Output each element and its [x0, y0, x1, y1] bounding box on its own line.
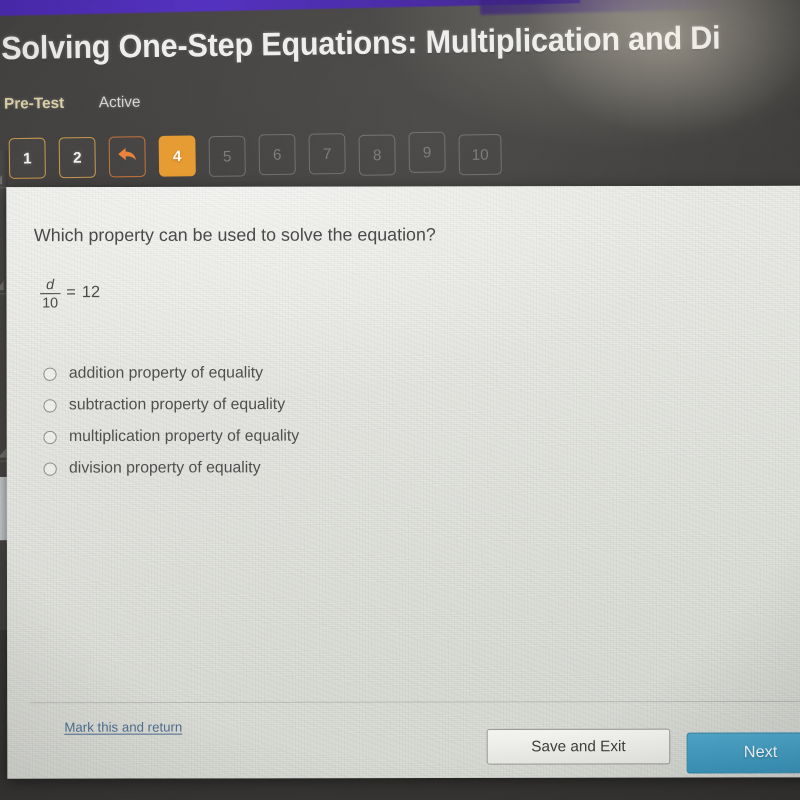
screen-content: Solving One-Step Equations: Multiplicati…	[0, 0, 800, 800]
next-button[interactable]: Next	[686, 732, 800, 774]
answer-options[interactable]: addition property of equality subtractio…	[43, 364, 299, 478]
edge-triangle-icon	[0, 448, 7, 458]
question-card: Which property can be used to solve the …	[6, 185, 800, 779]
answer-option-division[interactable]: division property of equality	[43, 459, 299, 478]
answer-option-label: subtraction property of equality	[68, 395, 286, 414]
question-nav-label: 5	[222, 147, 232, 166]
fraction-denominator: 10	[42, 294, 59, 311]
question-nav-label: 4	[172, 147, 182, 165]
equation-right-side: 12	[81, 284, 101, 302]
question-navigator[interactable]: 1 2 4 5 6 7 8 9 10	[8, 131, 502, 182]
radio-button-icon[interactable]	[43, 367, 57, 381]
edge-triangle-icon	[0, 281, 4, 291]
question-prompt: Which property can be used to solve the …	[33, 224, 436, 246]
question-card-surface	[6, 185, 800, 779]
question-nav-label: 8	[372, 146, 382, 164]
edge-triangle-icon	[0, 174, 3, 185]
question-nav-label: 6	[272, 145, 282, 164]
radio-button-icon[interactable]	[43, 398, 57, 413]
question-nav-item-4-current[interactable]: 4	[158, 135, 196, 177]
breadcrumb: Pre-Test Active	[4, 93, 141, 112]
fraction: d 10	[40, 275, 61, 311]
question-nav-label: 9	[422, 143, 432, 162]
question-nav-item-5: 5	[208, 135, 246, 178]
status-badge-active: Active	[98, 93, 141, 112]
page-title: Solving One-Step Equations: Multiplicati…	[0, 20, 721, 67]
fraction-numerator: d	[46, 275, 55, 293]
question-nav-label: 1	[22, 149, 32, 168]
question-nav-item-10: 10	[458, 133, 502, 176]
question-nav-item-6: 6	[258, 133, 296, 176]
radio-button-icon[interactable]	[43, 461, 57, 476]
answer-option-addition[interactable]: addition property of equality	[43, 364, 299, 383]
question-nav-label: 10	[471, 145, 489, 164]
mark-this-and-return-link[interactable]: Mark this and return	[64, 719, 182, 735]
save-and-exit-button[interactable]: Save and Exit	[486, 728, 671, 765]
answer-option-label: division property of equality	[68, 459, 261, 477]
equation: d 10 = 12	[40, 275, 101, 311]
question-nav-label: 7	[322, 145, 332, 163]
answer-option-label: addition property of equality	[68, 364, 264, 382]
question-nav-item-9: 9	[408, 131, 446, 174]
question-nav-item-8: 8	[358, 134, 396, 176]
answer-option-label: multiplication property of equality	[68, 427, 300, 446]
back-arrow-icon	[116, 145, 139, 168]
radio-button-icon[interactable]	[43, 430, 57, 444]
question-nav-item-7: 7	[308, 133, 346, 175]
question-nav-label: 2	[72, 148, 82, 167]
question-nav-item-2[interactable]: 2	[58, 136, 96, 179]
question-nav-item-3-marked[interactable]	[108, 136, 146, 178]
tab-pre-test[interactable]: Pre-Test	[4, 94, 64, 112]
answer-option-multiplication[interactable]: multiplication property of equality	[43, 427, 299, 446]
photographed-screen: Solving One-Step Equations: Multiplicati…	[0, 0, 800, 800]
answer-option-subtraction[interactable]: subtraction property of equality	[43, 396, 299, 415]
equation-operator: =	[66, 284, 76, 302]
question-nav-item-1[interactable]: 1	[8, 137, 46, 179]
